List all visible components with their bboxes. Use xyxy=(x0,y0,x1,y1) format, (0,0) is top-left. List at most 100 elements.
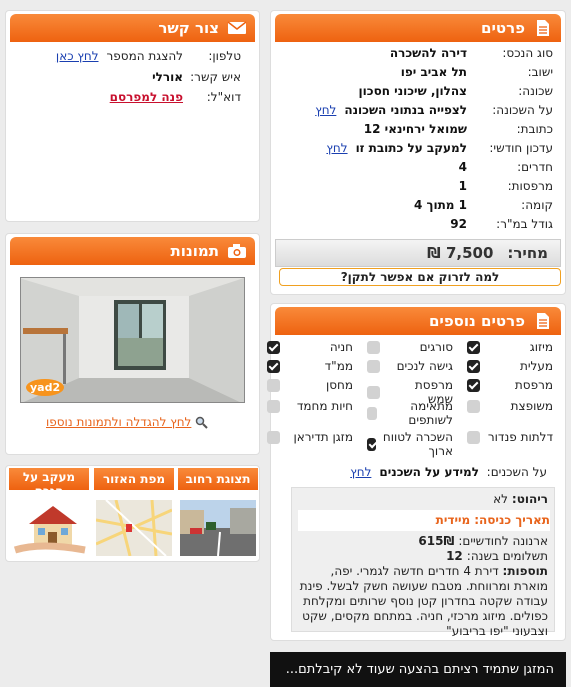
feature-item[interactable]: סורגים xyxy=(367,340,453,354)
unchecked-checkbox[interactable] xyxy=(267,430,280,444)
feature-item[interactable]: חניה xyxy=(267,340,353,354)
unchecked-checkbox[interactable] xyxy=(467,399,480,413)
tab-property-tracking[interactable]: מעקב על הנכס xyxy=(9,468,89,490)
apartment-photo[interactable]: yad2 xyxy=(20,277,245,403)
contact-header: צור קשר xyxy=(10,14,255,42)
street-view-thumb[interactable] xyxy=(180,500,256,556)
feature-label: מזגן תדיראן xyxy=(293,430,353,444)
feature-item[interactable]: מזגן תדיראן xyxy=(267,430,353,444)
area-map-thumb[interactable] xyxy=(96,500,172,556)
feature-item[interactable]: דלתות פנדור xyxy=(467,430,553,444)
phone-text: להצגת המספר xyxy=(106,49,183,63)
detail-label: על השכונה: xyxy=(492,103,553,117)
fix-link[interactable]: למה לזרוק אם אפשר לתקן? xyxy=(279,268,561,286)
additions-text-block: תוספות: דירת 4 חדרים חדשה לגמרי. יפה, מו… xyxy=(298,564,548,639)
unchecked-checkbox[interactable] xyxy=(367,340,380,354)
detail-label: קומה: xyxy=(521,198,553,212)
detail-value: לצפייה בנתוני השכונה xyxy=(344,103,467,117)
tenants-link[interactable]: לחץ xyxy=(350,464,371,480)
email-advertiser-link[interactable]: פנה למפרסם xyxy=(110,89,183,105)
unchecked-checkbox[interactable] xyxy=(367,359,380,373)
unchecked-checkbox[interactable] xyxy=(267,399,280,413)
tab-street-view[interactable]: תצוגת רחוב xyxy=(178,468,258,490)
tenants-value: למידע על השכנים xyxy=(379,465,479,479)
extra-details-panel: פרטים נוספים מיזוג סורגים חניה מעלית גישה לנ… xyxy=(267,303,566,641)
photos-header: תמונות xyxy=(10,237,255,265)
detail-label: חדרים: xyxy=(517,160,553,174)
detail-value: תל אביב יפו xyxy=(400,65,467,79)
payments-label: תשלומים בשנה: xyxy=(466,549,548,563)
photos-panel: תמונות yad2 לחץ להגדלה ולתמונות נוספו xyxy=(5,233,260,455)
details-header: פרטים xyxy=(275,14,561,42)
furniture-value: לא xyxy=(493,492,508,506)
payments-value: 12 xyxy=(446,549,463,563)
detail-value: דירה להשכרה xyxy=(389,46,467,60)
enlarge-photos-text: לחץ להגדלה ולתמונות נוספו xyxy=(46,415,192,429)
feature-label: משופצת xyxy=(510,399,553,413)
envelope-icon xyxy=(227,18,247,38)
checked-checkbox[interactable] xyxy=(467,359,480,373)
feature-item[interactable]: גישה לנכים xyxy=(367,359,453,373)
checked-checkbox[interactable] xyxy=(367,437,377,451)
unchecked-checkbox[interactable] xyxy=(267,378,280,392)
feature-label: סורגים xyxy=(419,340,453,354)
yad2-watermark: yad2 xyxy=(26,379,65,396)
furniture-label: ריהוט: xyxy=(511,492,548,506)
detail-value: 1 xyxy=(458,179,467,193)
detail-link[interactable]: לחץ xyxy=(326,140,347,156)
detail-value: למעקב על כתובת זו xyxy=(355,141,467,155)
detail-row: שכונה: צהלון, שיכוני חסכון xyxy=(359,83,553,99)
detail-row: ישוב: תל אביב יפו xyxy=(401,64,553,80)
price-value: 7,500 ₪ xyxy=(427,244,494,262)
feature-item[interactable]: מתאימה לשותפים xyxy=(367,399,453,427)
detail-label: עדכון חודשי: xyxy=(489,141,553,155)
feature-item[interactable]: מיזוג xyxy=(467,340,553,354)
feature-item[interactable]: מעלית xyxy=(467,359,553,373)
tab-area-map[interactable]: מפת האזור xyxy=(94,468,174,490)
detail-row: על השכונה: לצפייה בנתוני השכונה לחץ xyxy=(315,102,553,118)
enlarge-photos-link[interactable]: לחץ להגדלה ולתמונות נוספו xyxy=(46,415,209,429)
detail-row: כתובת: שמואל ירחינאי 12 xyxy=(364,121,553,137)
feature-label: מחסן xyxy=(325,378,353,392)
additions-label: תוספות: xyxy=(502,564,548,578)
tracking-house-thumb[interactable] xyxy=(11,500,89,556)
details-title: פרטים xyxy=(481,19,525,37)
detail-value: 4 xyxy=(458,160,467,174)
price-bar: מחיר: 7,500 ₪ xyxy=(275,239,561,267)
checked-checkbox[interactable] xyxy=(267,359,280,373)
checked-checkbox[interactable] xyxy=(267,340,280,354)
detail-value: 92 xyxy=(450,217,467,231)
unchecked-checkbox[interactable] xyxy=(367,406,377,420)
detail-value: 1 מתוך 4 xyxy=(413,198,467,212)
show-phone-link[interactable]: לחץ כאן xyxy=(56,48,99,64)
contact-title: צור קשר xyxy=(158,19,219,37)
feature-label: חניה xyxy=(329,340,353,354)
feature-item[interactable]: השכרה לטווח ארוך xyxy=(367,430,453,458)
entry-date-label: תאריך כניסה: xyxy=(474,513,550,527)
unchecked-checkbox[interactable] xyxy=(467,430,480,444)
ac-banner[interactable]: המזגן שתמיד רציתם בהצעה שעוד לא קיבלתם..… xyxy=(270,652,566,687)
detail-row: גודל במ"ר: 92 xyxy=(450,216,553,232)
detail-label: שכונה: xyxy=(518,84,553,98)
unchecked-checkbox[interactable] xyxy=(367,385,380,399)
feature-label: חיות מחמד xyxy=(296,399,353,413)
feature-item[interactable]: מרפסת xyxy=(467,378,553,392)
checked-checkbox[interactable] xyxy=(467,340,480,354)
checked-checkbox[interactable] xyxy=(467,378,480,392)
detail-label: כתובת: xyxy=(516,122,553,136)
detail-link[interactable]: לחץ xyxy=(315,102,336,118)
feature-label: מרפסת xyxy=(514,378,553,392)
feature-item[interactable]: משופצת xyxy=(467,399,553,413)
feature-label: מתאימה לשותפים xyxy=(408,399,453,427)
feature-label: השכרה לטווח ארוך xyxy=(382,430,453,458)
feature-item[interactable]: מחסן xyxy=(267,378,353,392)
feature-label: ממ"ד xyxy=(324,359,353,373)
feature-label: גישה לנכים xyxy=(396,359,453,373)
detail-row: קומה: 1 מתוך 4 xyxy=(414,197,553,213)
feature-item[interactable]: ממ"ד xyxy=(267,359,353,373)
detail-row: מרפסות: 1 xyxy=(459,178,553,194)
feature-item[interactable]: חיות מחמד xyxy=(267,399,353,413)
camera-icon xyxy=(227,241,247,261)
phone-label: טלפון: xyxy=(208,49,241,63)
detail-row: חדרים: 4 xyxy=(459,159,553,175)
